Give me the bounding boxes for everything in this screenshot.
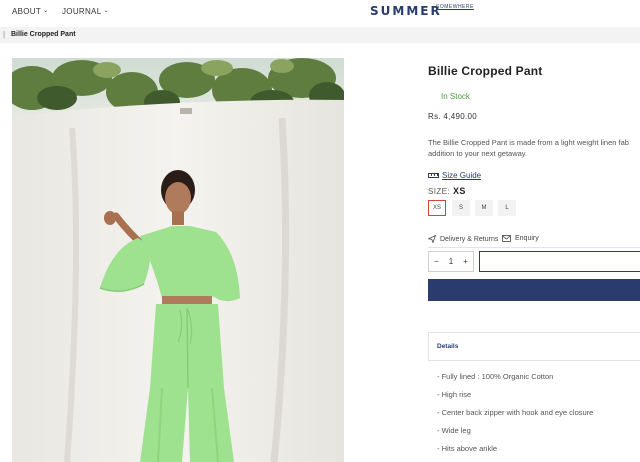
details-accordion[interactable]: Details [428, 332, 640, 361]
add-to-cart-button[interactable] [479, 251, 640, 272]
list-item: - High rise [437, 390, 472, 399]
nav-journal-label: JOURNAL [62, 7, 102, 16]
list-item: - Wide leg [437, 426, 471, 435]
chevron-down-icon: ⌄ [103, 8, 109, 14]
size-option-m[interactable]: M [475, 200, 493, 216]
description-line: addition to your next getaway. [428, 149, 528, 158]
qty-value[interactable]: 1 [449, 257, 453, 266]
product-title: Billie Cropped Pant [428, 64, 543, 78]
product-photo-illustration [12, 58, 344, 462]
breadcrumb-separator: | [3, 30, 6, 39]
list-item: - Center back zipper with hook and eye c… [437, 408, 594, 417]
brand-logo-subtitle: SOMEWHERE [436, 4, 474, 10]
stock-status: In Stock [441, 92, 470, 101]
size-option-s[interactable]: S [452, 200, 470, 216]
selected-size-value: XS [453, 186, 466, 196]
enquiry-label: Enquiry [515, 235, 539, 242]
product-image[interactable] [12, 58, 344, 462]
details-tab-label: Details [437, 343, 459, 350]
breadcrumb: | Billie Cropped Pant [0, 27, 640, 43]
description-line: The Billie Cropped Pant is made from a l… [428, 138, 629, 147]
chevron-down-icon: ⌄ [43, 8, 49, 14]
delivery-returns-link[interactable]: Delivery & Returns [428, 235, 498, 243]
breadcrumb-current: Billie Cropped Pant [11, 31, 76, 38]
mail-icon [502, 235, 511, 242]
brand-logo[interactable]: SUMMER [370, 4, 442, 18]
nav-about[interactable]: ABOUT ⌄ [12, 7, 48, 16]
qty-increment-button[interactable]: + [463, 257, 468, 266]
size-guide-label: Size Guide [442, 171, 482, 180]
product-description: The Billie Cropped Pant is made from a l… [428, 137, 640, 159]
enquiry-link[interactable]: Enquiry [502, 235, 539, 242]
divider [428, 247, 640, 248]
quantity-stepper[interactable]: − 1 + [428, 251, 474, 272]
delivery-returns-label: Delivery & Returns [440, 235, 499, 243]
paper-plane-icon [428, 235, 436, 243]
qty-decrement-button[interactable]: − [434, 257, 439, 266]
nav-journal[interactable]: JOURNAL ⌄ [62, 7, 109, 16]
details-list: - Fully lined : 100% Organic Cotton - Hi… [437, 372, 593, 462]
list-item: - Fully lined : 100% Organic Cotton [437, 372, 554, 381]
size-option-l[interactable]: L [498, 200, 516, 216]
nav-about-label: ABOUT [12, 7, 42, 16]
size-option-xs[interactable]: XS [428, 200, 446, 216]
ruler-icon [428, 173, 439, 178]
size-guide-link[interactable]: Size Guide [428, 171, 481, 180]
size-label-text: SIZE: [428, 187, 451, 196]
site-header: ABOUT ⌄ JOURNAL ⌄ SUMMER SOMEWHERE [0, 0, 640, 22]
size-label: SIZE: XS [428, 186, 466, 196]
list-item: - Hits above ankle [437, 444, 498, 453]
buy-now-button[interactable] [428, 279, 640, 301]
product-price: Rs. 4,490.00 [428, 112, 477, 121]
